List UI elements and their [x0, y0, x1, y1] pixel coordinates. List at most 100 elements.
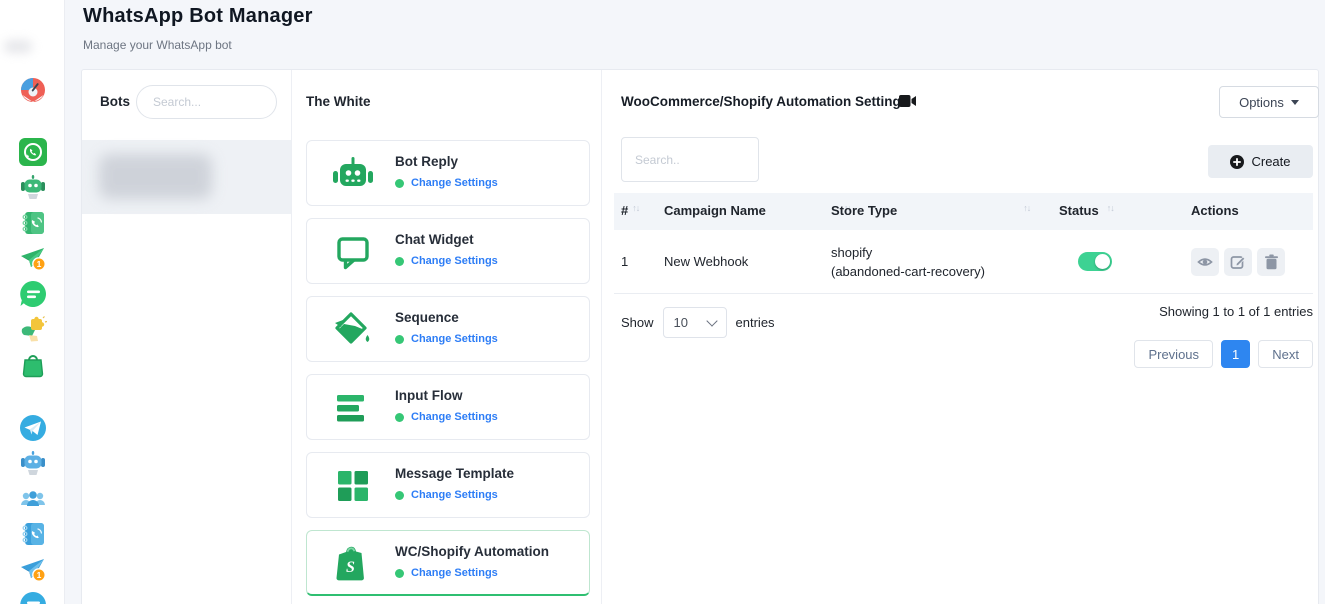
view-button[interactable]	[1191, 248, 1219, 276]
status-dot-icon	[395, 491, 404, 500]
module-card-bot-reply[interactable]: Bot Reply Change Settings	[306, 140, 590, 206]
module-card-message-template[interactable]: Message Template Change Settings	[306, 452, 590, 518]
integrations-icon[interactable]	[18, 314, 48, 344]
speedometer-icon	[19, 76, 47, 104]
change-settings-link[interactable]: Change Settings	[411, 411, 498, 423]
edit-pencil-icon	[1230, 254, 1246, 270]
svg-text:S: S	[346, 559, 355, 576]
change-settings-link[interactable]: Change Settings	[411, 255, 498, 267]
automation-panel: WooCommerce/Shopify Automation Settings …	[602, 70, 1320, 604]
module-title: Message Template	[395, 466, 514, 481]
telegram-groups-icon[interactable]	[18, 484, 48, 514]
table-header-row: #↑↓ Campaign Name↑↓ Store Type↑↓ Status↑…	[614, 193, 1313, 230]
bot-reply-icon	[331, 152, 375, 196]
options-button[interactable]: Options	[1219, 86, 1319, 118]
campaign-name-cell: New Webhook	[664, 254, 748, 269]
video-tutorial-icon[interactable]	[899, 95, 916, 107]
status-dot-icon	[395, 257, 404, 266]
main-card: Bots The White Bot Reply	[81, 69, 1319, 604]
contact-book-icon	[19, 520, 47, 548]
users-group-icon	[19, 485, 47, 513]
shopping-bag-icon	[19, 351, 47, 379]
store-type-cell: shopify (abandoned-cart-recovery)	[831, 243, 985, 281]
chat-widget-icon	[331, 230, 375, 274]
page-size-select[interactable]: 10	[663, 307, 727, 338]
change-settings-link[interactable]: Change Settings	[411, 333, 498, 345]
bots-label: Bots	[100, 94, 130, 109]
whatsapp-contacts-icon[interactable]	[18, 208, 48, 238]
status-dot-icon	[395, 413, 404, 422]
sort-icon: ↑↓	[632, 203, 639, 213]
shop-icon[interactable]	[18, 350, 48, 380]
next-page-button[interactable]: Next	[1258, 340, 1313, 368]
shopify-icon: S	[331, 542, 375, 586]
column-header-campaign-name[interactable]: Campaign Name↑↓	[664, 203, 851, 218]
previous-page-button[interactable]: Previous	[1134, 340, 1213, 368]
module-card-sequence[interactable]: Sequence Change Settings	[306, 296, 590, 362]
status-toggle[interactable]	[1078, 252, 1112, 271]
puzzle-hand-icon	[19, 315, 47, 343]
chevron-down-icon	[1291, 100, 1299, 105]
create-button[interactable]: Create	[1208, 145, 1313, 178]
plus-circle-icon	[1230, 155, 1244, 169]
column-header-actions: Actions	[1191, 203, 1239, 218]
paper-plane-badge-icon: 1	[19, 244, 47, 272]
whatsapp-broadcast-icon[interactable]: 1	[18, 243, 48, 273]
module-title: Chat Widget	[395, 232, 474, 247]
telegram-contacts-icon[interactable]	[18, 519, 48, 549]
trash-icon	[1264, 254, 1279, 270]
store-type-line1: shopify	[831, 245, 872, 260]
status-dot-icon	[395, 179, 404, 188]
page-title: WhatsApp Bot Manager	[83, 5, 313, 28]
telegram-chat-icon[interactable]	[18, 590, 48, 604]
change-settings-link[interactable]: Change Settings	[411, 567, 498, 579]
sequence-icon	[331, 308, 375, 352]
toggle-knob	[1095, 254, 1110, 269]
sort-icon: ↑↓	[1023, 203, 1030, 213]
panel-title: WooCommerce/Shopify Automation Settings	[621, 94, 908, 109]
store-type-line2: (abandoned-cart-recovery)	[831, 264, 985, 279]
change-settings-link[interactable]: Change Settings	[411, 489, 498, 501]
module-card-wc-shopify-automation[interactable]: S WC/Shopify Automation Change Settings	[306, 530, 590, 596]
row-actions	[1191, 248, 1285, 276]
module-card-chat-widget[interactable]: Chat Widget Change Settings	[306, 218, 590, 284]
bots-search-input[interactable]	[136, 85, 277, 119]
robot-icon	[19, 173, 47, 201]
selected-bot-name: The White	[306, 94, 371, 109]
column-header-num[interactable]: #↑↓	[621, 203, 639, 218]
whatsapp-icon[interactable]	[18, 137, 48, 167]
change-settings-link[interactable]: Change Settings	[411, 177, 498, 189]
telegram-icon[interactable]	[18, 413, 48, 443]
svg-text:1: 1	[37, 570, 42, 580]
blurred-logo	[4, 40, 32, 53]
edit-button[interactable]	[1224, 248, 1252, 276]
telegram-broadcast-icon[interactable]: 1	[18, 554, 48, 584]
dashboard-icon[interactable]	[18, 75, 48, 105]
page-1-button[interactable]: 1	[1221, 340, 1250, 368]
input-flow-icon	[331, 386, 375, 430]
message-template-icon	[331, 464, 375, 508]
column-header-store-type[interactable]: Store Type↑↓	[831, 203, 1030, 218]
status-dot-icon	[395, 569, 404, 578]
whatsapp-bot-icon[interactable]	[18, 172, 48, 202]
bots-column: Bots	[82, 70, 292, 604]
whatsapp-glyph-icon	[18, 137, 48, 167]
column-header-status[interactable]: Status↑↓	[1059, 203, 1114, 218]
telegram-bot-icon[interactable]	[18, 448, 48, 478]
whatsapp-chat-icon[interactable]	[18, 279, 48, 309]
chat-bubble-icon	[18, 590, 48, 604]
module-card-input-flow[interactable]: Input Flow Change Settings	[306, 374, 590, 440]
robot-icon	[19, 449, 47, 477]
chat-bubble-icon	[18, 279, 48, 309]
bot-list-item-selected[interactable]	[82, 140, 291, 214]
delete-button[interactable]	[1257, 248, 1285, 276]
pagination: Previous 1 Next	[1134, 340, 1313, 368]
status-dot-icon	[395, 335, 404, 344]
eye-icon	[1197, 254, 1213, 270]
app-icon-rail: 1	[0, 0, 65, 604]
table-search-input[interactable]	[621, 137, 759, 182]
entries-label: entries	[736, 315, 775, 330]
show-label: Show	[621, 315, 654, 330]
module-title: Sequence	[395, 310, 459, 325]
paper-plane-badge-icon: 1	[19, 555, 47, 583]
